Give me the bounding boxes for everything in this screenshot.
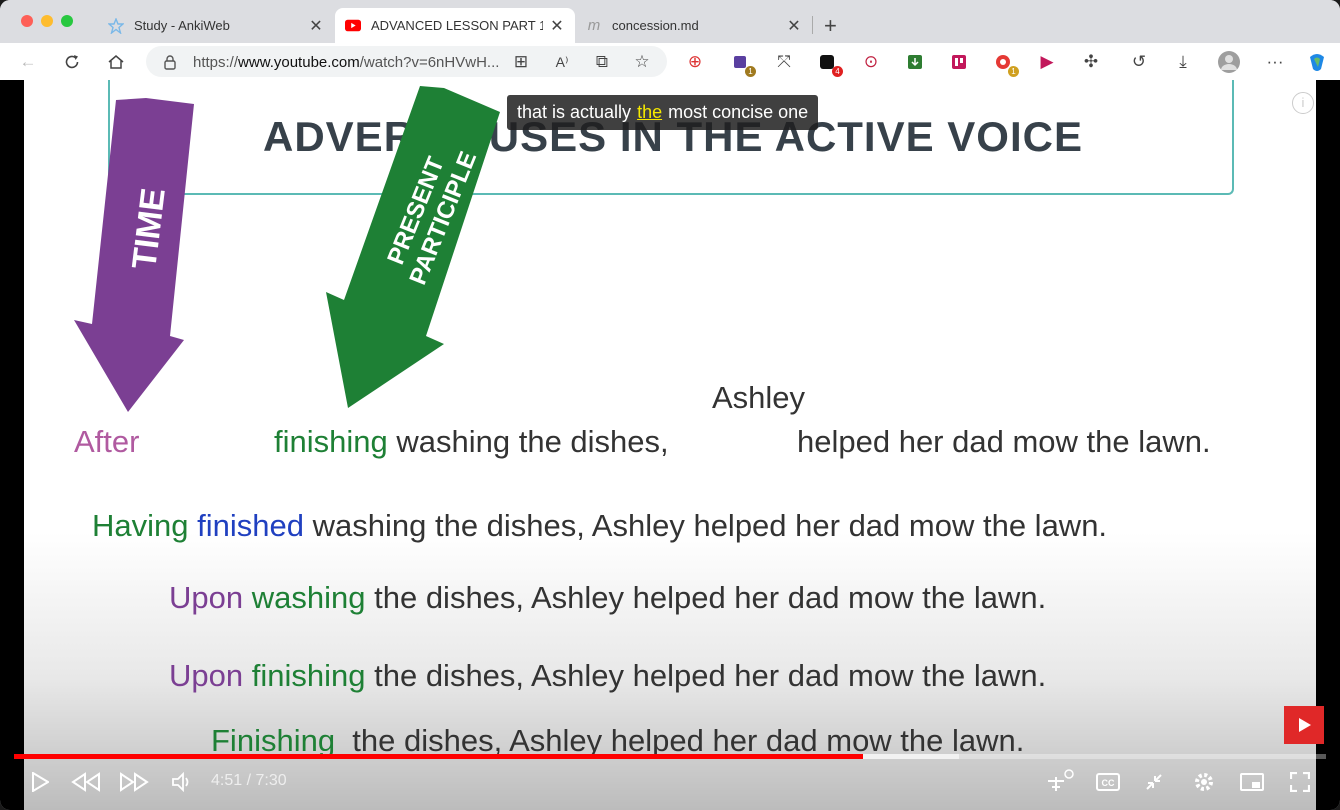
tab-separator — [812, 16, 813, 34]
picture-in-picture-icon[interactable] — [1238, 768, 1266, 796]
having-word: Having — [92, 508, 189, 543]
video-record-icon[interactable]: ⊙ — [859, 50, 883, 74]
extensions-puzzle-icon[interactable]: ✣ — [1079, 50, 1103, 74]
profile-avatar-icon[interactable] — [1217, 50, 1241, 74]
play-circle-icon[interactable]: ▶ — [1035, 50, 1059, 74]
browser-window: Study - AnkiWeb ✕ ADVANCED LESSON PART 1… — [0, 0, 1340, 810]
history-icon[interactable]: ↺ — [1127, 50, 1151, 74]
url-scheme: https:// — [193, 54, 239, 71]
url-domain: www.youtube.com — [238, 54, 360, 71]
url-path: /watch?v=6nHVwH... — [359, 54, 500, 71]
download-box-icon[interactable] — [903, 50, 927, 74]
video-frame[interactable]: ADVERB AUSES IN THE ACTIVE VOICE TIME PR… — [24, 80, 1316, 810]
read-aloud-icon[interactable]: A⁾ — [550, 50, 574, 74]
tab-strip: Study - AnkiWeb ✕ ADVANCED LESSON PART 1… — [0, 0, 1340, 43]
row4-rest: the dishes, Ashley helped her dad mow th… — [374, 658, 1047, 693]
address-bar[interactable]: https://www.youtube.com/watch?v=6nHVwH..… — [146, 46, 667, 77]
reload-icon[interactable] — [60, 50, 84, 74]
zoom-search-icon[interactable]: ⊕ — [683, 50, 707, 74]
subtitle-caption: that is actually the most concise one — [507, 95, 819, 130]
favorite-star-icon[interactable]: ☆ — [630, 50, 654, 74]
row4-sentence: Upon finishing the dishes, Ashley helped… — [169, 658, 1046, 694]
trello-icon[interactable] — [947, 50, 971, 74]
tab-youtube[interactable]: ADVANCED LESSON PART 1: H ✕ — [335, 8, 575, 43]
rewind-icon[interactable] — [70, 768, 102, 796]
zoom-window-button[interactable] — [61, 15, 73, 27]
extension-badge: 1 — [745, 66, 756, 77]
row3-rest: the dishes, Ashley helped her dad mow th… — [374, 580, 1047, 615]
new-tab-button[interactable]: + — [824, 13, 837, 39]
finishing-word: Finishing — [211, 723, 336, 758]
time-display: 4:51 / 7:30 — [211, 772, 287, 789]
miniplayer-collapse-icon[interactable] — [1140, 768, 1168, 796]
finishing-word: finishing — [251, 658, 366, 693]
tab-ankiweb[interactable]: Study - AnkiWeb ✕ — [98, 8, 334, 43]
tab-concession[interactable]: m concession.md ✕ — [576, 8, 812, 43]
upon-word: Upon — [169, 658, 244, 693]
tab-title: Study - AnkiWeb — [134, 18, 230, 33]
immersive-reader-icon[interactable]: ⧉ — [590, 50, 614, 74]
player-controls: 4:51 / 7:30 CC — [0, 762, 1340, 802]
played-bar — [14, 754, 863, 759]
extension-badge: 4 — [832, 66, 843, 77]
autoplay-settings-icon[interactable] — [1042, 768, 1076, 796]
youtube-icon — [345, 18, 361, 34]
downloads-icon[interactable]: ⤓ — [1171, 50, 1195, 74]
video-player[interactable]: ADVERB AUSES IN THE ACTIVE VOICE TIME PR… — [0, 80, 1340, 810]
fullscreen-icon[interactable] — [1286, 768, 1314, 796]
info-icon[interactable]: i — [1292, 92, 1314, 114]
back-arrow-icon[interactable]: ← — [16, 50, 40, 74]
time-arrow-icon: TIME — [74, 98, 194, 412]
caption-text-after: most concise one — [668, 102, 809, 122]
colorful-extension-icon[interactable]: 1 — [991, 50, 1019, 77]
notification-extension-icon[interactable]: 4 — [815, 50, 843, 77]
m-icon: m — [587, 17, 601, 34]
close-tab-icon[interactable]: ✕ — [549, 16, 565, 36]
row1-end: helped her dad mow the lawn. — [797, 424, 1211, 459]
after-word: After — [74, 424, 140, 459]
settings-gear-icon[interactable] — [1190, 768, 1218, 796]
ashley-label: Ashley — [712, 380, 806, 415]
caption-highlight-word: the — [637, 102, 663, 122]
browser-toolbar: ← https://www.youtube.com/watch?v=6nHVwH… — [0, 43, 1340, 80]
volume-icon[interactable] — [170, 768, 194, 796]
close-tab-icon[interactable]: ✕ — [308, 16, 324, 36]
progress-bar[interactable] — [14, 754, 1326, 759]
close-window-button[interactable] — [21, 15, 33, 27]
svg-text:CC: CC — [1102, 778, 1115, 788]
app-grid-icon[interactable]: ⊞ — [509, 50, 533, 74]
row2-sentence: Having finished washing the dishes, Ashl… — [92, 508, 1107, 544]
row1-participle: finishing washing the dishes, — [274, 424, 669, 460]
caption-text-before: that is actually — [517, 102, 632, 122]
tab-title: ADVANCED LESSON PART 1: H — [371, 18, 543, 33]
extension-badge: 1 — [1008, 66, 1019, 77]
youtube-logo-button[interactable] — [1284, 706, 1324, 744]
participle-arrow-icon: PRESENT PARTICIPLE — [326, 86, 500, 408]
fast-forward-icon[interactable] — [118, 768, 150, 796]
close-tab-icon[interactable]: ✕ — [786, 16, 802, 36]
lock-icon[interactable] — [158, 50, 182, 74]
row1-rest: washing the dishes, — [396, 424, 669, 459]
tab-title: concession.md — [612, 18, 699, 33]
washing-word: washing — [251, 580, 366, 615]
subtitles-cc-icon[interactable]: CC — [1094, 768, 1122, 796]
play-icon[interactable] — [28, 768, 52, 796]
star-icon — [108, 17, 124, 34]
row1-after: After — [74, 424, 139, 460]
finished-word: finished — [197, 508, 304, 543]
home-icon[interactable] — [104, 50, 128, 74]
upon-word: Upon — [169, 580, 244, 615]
row3-sentence: Upon washing the dishes, Ashley helped h… — [169, 580, 1046, 616]
finishing-word: finishing — [274, 424, 388, 459]
magic-tool-icon[interactable]: ⤧ — [772, 50, 796, 74]
url-text[interactable]: https://www.youtube.com/watch?v=6nHVwH..… — [193, 54, 499, 71]
row2-rest: washing the dishes, Ashley helped her da… — [312, 508, 1108, 543]
extension-puzzle-badge-icon[interactable]: 1 — [728, 50, 756, 77]
minimize-window-button[interactable] — [41, 15, 53, 27]
more-menu-icon[interactable]: ··· — [1263, 50, 1287, 74]
row5-rest: the dishes, Ashley helped her dad mow th… — [352, 723, 1025, 758]
copilot-icon[interactable] — [1305, 50, 1329, 74]
